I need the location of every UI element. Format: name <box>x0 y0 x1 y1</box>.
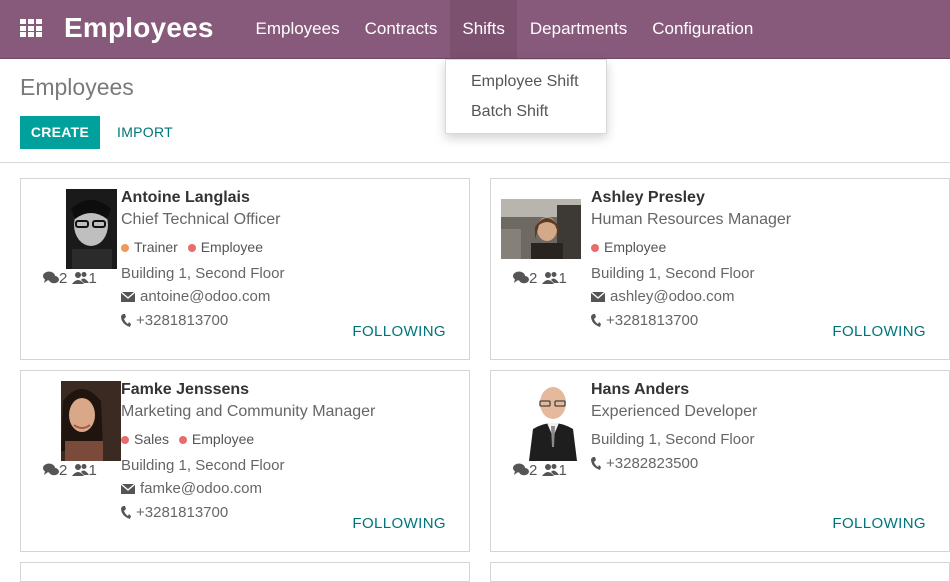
create-button[interactable]: CREATE <box>20 116 100 149</box>
menu-contracts[interactable]: Contracts <box>352 0 450 58</box>
message-count: 2 <box>529 270 538 287</box>
employee-job: Marketing and Community Manager <box>121 403 376 420</box>
tag: Employee <box>591 239 666 255</box>
users-icon <box>71 272 89 284</box>
phone-icon <box>121 314 131 327</box>
employee-card[interactable]: 2 1 Antoine Langlais Chief Technical Off… <box>20 178 470 360</box>
employee-name[interactable]: Hans Anders <box>591 381 689 399</box>
employee-location: Building 1, Second Floor <box>121 265 285 282</box>
menu-configuration[interactable]: Configuration <box>640 0 766 58</box>
top-navbar: Employees Employees Contracts Shifts Dep… <box>0 0 950 59</box>
main-menu: Employees Contracts Shifts Departments C… <box>243 0 766 58</box>
employee-card[interactable]: 2 1 Famke Jenssens Marketing and Communi… <box>20 370 470 552</box>
users-icon <box>71 464 89 476</box>
employee-job: Chief Technical Officer <box>121 211 281 228</box>
employee-photo <box>41 381 121 461</box>
employee-location: Building 1, Second Floor <box>591 265 755 282</box>
envelope-icon <box>120 483 136 494</box>
employee-photo <box>511 381 591 461</box>
phone-icon <box>121 506 131 519</box>
import-button[interactable]: IMPORT <box>117 116 173 149</box>
employee-name[interactable]: Antoine Langlais <box>121 189 250 207</box>
employee-card[interactable] <box>20 562 470 582</box>
comments-icon <box>513 271 529 284</box>
phone-icon <box>591 457 601 470</box>
employee-tags: Sales Employee <box>121 431 260 447</box>
comments-icon <box>513 463 529 476</box>
employee-location: Building 1, Second Floor <box>591 431 755 448</box>
envelope-icon <box>590 291 606 302</box>
divider <box>0 162 950 163</box>
tag: Employee <box>178 431 254 447</box>
tag: Trainer <box>121 239 178 255</box>
card-stats: 2 1 <box>43 462 97 479</box>
dropdown-employee-shift[interactable]: Employee Shift <box>446 67 606 97</box>
phone-icon <box>591 314 601 327</box>
employee-job: Experienced Developer <box>591 403 758 420</box>
employee-card[interactable]: 2 1 Hans Anders Experienced Developer Bu… <box>490 370 950 552</box>
menu-employees[interactable]: Employees <box>243 0 352 58</box>
following-button[interactable]: FOLLOWING <box>832 323 926 340</box>
employee-email[interactable]: ashley@odoo.com <box>590 288 734 305</box>
follower-count: 1 <box>88 270 97 287</box>
employee-phone: +3281813700 <box>591 312 698 329</box>
following-button[interactable]: FOLLOWING <box>832 515 926 532</box>
employee-photo <box>41 189 121 269</box>
envelope-icon <box>120 291 136 302</box>
employee-location: Building 1, Second Floor <box>121 457 285 474</box>
card-stats: 2 1 <box>513 462 567 479</box>
employee-photo <box>501 199 581 259</box>
employee-tags: Employee <box>591 239 672 255</box>
following-button[interactable]: FOLLOWING <box>352 515 446 532</box>
menu-departments[interactable]: Departments <box>517 0 639 58</box>
comments-icon <box>43 271 59 284</box>
page-title: Employees <box>20 74 134 100</box>
card-stats: 2 1 <box>43 270 97 287</box>
tag: Employee <box>187 239 263 255</box>
employee-email[interactable]: antoine@odoo.com <box>120 288 270 305</box>
dropdown-batch-shift[interactable]: Batch Shift <box>446 97 606 127</box>
comments-icon <box>43 463 59 476</box>
apps-grid-icon[interactable] <box>20 19 42 37</box>
message-count: 2 <box>59 270 68 287</box>
employee-phone: +3281813700 <box>121 504 228 521</box>
employee-tags: Trainer Employee <box>121 239 269 255</box>
shifts-dropdown: Employee Shift Batch Shift <box>445 59 607 134</box>
app-title[interactable]: Employees <box>64 12 214 44</box>
message-count: 2 <box>59 462 68 479</box>
follower-count: 1 <box>88 462 97 479</box>
employee-email[interactable]: famke@odoo.com <box>120 480 262 497</box>
employee-name[interactable]: Famke Jenssens <box>121 381 249 399</box>
tag: Sales <box>121 431 169 447</box>
follower-count: 1 <box>558 270 567 287</box>
following-button[interactable]: FOLLOWING <box>352 323 446 340</box>
users-icon <box>541 272 559 284</box>
employee-phone: +3281813700 <box>121 312 228 329</box>
employee-phone: +3282823500 <box>591 455 698 472</box>
card-stats: 2 1 <box>513 270 567 287</box>
employee-card[interactable]: 2 1 Ashley Presley Human Resources Manag… <box>490 178 950 360</box>
employee-card[interactable] <box>490 562 950 582</box>
follower-count: 1 <box>558 462 567 479</box>
message-count: 2 <box>529 462 538 479</box>
menu-shifts[interactable]: Shifts <box>449 0 518 58</box>
employee-job: Human Resources Manager <box>591 211 792 228</box>
users-icon <box>541 464 559 476</box>
employee-name[interactable]: Ashley Presley <box>591 189 705 207</box>
